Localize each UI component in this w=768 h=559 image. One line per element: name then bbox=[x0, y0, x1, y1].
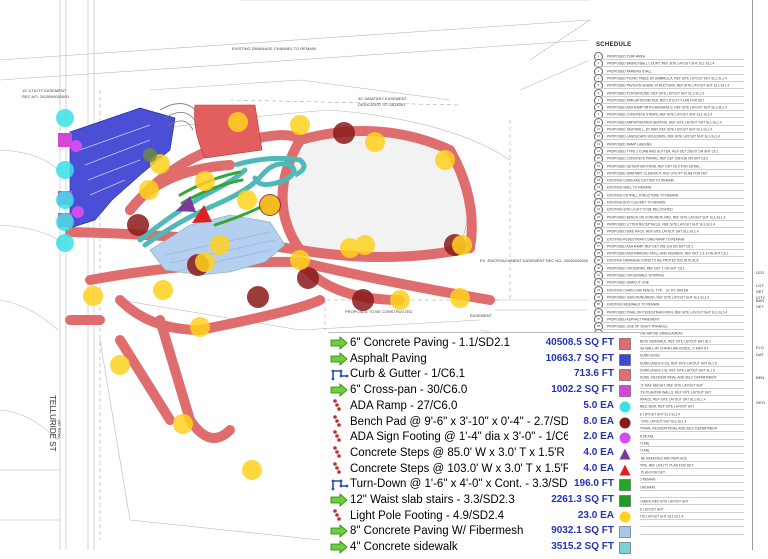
takeoff-quantities-panel[interactable]: 6" Concrete Paving - 1.1/SD2.1 40508.5 SQ… bbox=[328, 332, 640, 554]
schedule-item-text: PROPOSED LITTER RECEPTACLE, REF SITE LAY… bbox=[607, 222, 716, 227]
legend-fragment: SET bbox=[756, 289, 764, 294]
schedule-item-text: PROPOSED RAMP LANDING bbox=[607, 142, 652, 147]
quantity-color-swatch bbox=[619, 384, 631, 397]
schedule-item-text: PROPOSED CROSSPAN, REF DET 1 ON SHT C6.1 bbox=[607, 266, 685, 271]
schedule-item-text: PROPOSED ASPHALT PAVEMENT bbox=[607, 317, 660, 322]
label-drainage-channel: EXISTING DRAINAGE CHANNEL TO REMAIN bbox=[232, 46, 316, 51]
quantity-color-swatch bbox=[619, 541, 631, 554]
quantity-color-swatch bbox=[619, 478, 631, 492]
quantity-color-swatch bbox=[619, 353, 631, 366]
legend-fragment: BAS bbox=[756, 298, 765, 303]
quantity-color-swatch bbox=[619, 431, 631, 444]
schedule-title: SCHEDULE bbox=[596, 42, 632, 48]
schedule-item-text: PROPOSED SIGN MONUMENT, REF SITE LAYOUT … bbox=[607, 295, 710, 300]
schedule-item-text: PROPOSED SEATWALL, 20' WAY, REF SITE LAY… bbox=[607, 127, 713, 132]
schedule-item-text: PROPOSED TURF AREA bbox=[607, 54, 646, 59]
label-encroachment: EX. ENCROACHMENT EASEMENT REC NO. 200500… bbox=[480, 258, 593, 263]
schedule-item-text: PROPOSED LINE OF SIGHT TRIANGLE bbox=[607, 324, 668, 329]
green-arrow-icon bbox=[330, 493, 350, 507]
dot-chain-icon bbox=[330, 446, 350, 460]
legend-fragment: BEN bbox=[756, 375, 765, 380]
dot-chain-icon bbox=[330, 508, 350, 523]
schedule-item-text: EXISTING SIDEWALK TO REMAIN bbox=[607, 302, 660, 307]
green-arrow-icon bbox=[330, 351, 350, 366]
quantity-color-swatch bbox=[619, 494, 631, 507]
green-arrow-icon bbox=[330, 383, 350, 397]
quantity-row[interactable]: 4" Concrete sidewalk 3515.2 SQ FT bbox=[328, 538, 640, 556]
quantity-color-swatch bbox=[619, 447, 631, 460]
schedule-item-text: PROPOSED AMPHITHEATER SEATING, REF SITE … bbox=[607, 120, 722, 125]
dot-chain-icon bbox=[330, 398, 350, 413]
sign-footing-marker bbox=[70, 140, 82, 152]
quantity-color-swatch bbox=[619, 463, 631, 476]
street-label: TELLURIDE ST bbox=[48, 395, 57, 452]
green-arrow-icon bbox=[330, 336, 350, 350]
label-bottom-note: PROPOSED TO BE CONSTRUCTED bbox=[345, 309, 413, 314]
quantity-color-swatch bbox=[619, 368, 631, 382]
label-easement-bottom: EASEMENT bbox=[470, 313, 493, 318]
schedule-item-text: PROPOSED PLAYGROUND, REF SITE LAYOUT SHT… bbox=[607, 91, 704, 95]
legend-fragment: LEG bbox=[756, 270, 765, 275]
schedule-item-text: PROPOSED LANDSCAPE BOULDERS, REF SITE LA… bbox=[607, 134, 721, 139]
schedule-item-text: PROPOSED BASKETBALL COURT, REF SITE LAYO… bbox=[607, 61, 715, 66]
label-utility-rec: REC NO. 2005000000000 bbox=[22, 94, 69, 99]
sign-footing-marker bbox=[72, 206, 84, 218]
green-arrow-icon bbox=[330, 524, 350, 539]
schedule-item-text: PROPOSED BENCH ON CONCRETE PAD, REF SITE… bbox=[607, 215, 726, 220]
schedule-item-text: PROPOSED SANITARY CLEANOUT, REF UTILITY … bbox=[607, 171, 708, 176]
schedule-item-text: PROPOSED DETENTION POND, REF DET C6.0 FO… bbox=[607, 164, 700, 168]
schedule-item-text: PROPOSED PAVILION SHADE STRUCTURE, REF S… bbox=[607, 83, 730, 88]
schedule-item-text: EXISTING DRAINAGE POND TO BE PROTECTED I… bbox=[607, 258, 699, 263]
schedule-item-text: PROPOSED IRRIGATION METER, REF UTILITY P… bbox=[607, 98, 705, 103]
dot-chain-icon bbox=[330, 430, 350, 444]
dot-chain-icon bbox=[330, 461, 350, 476]
quantity-color-swatch bbox=[619, 525, 631, 539]
schedule-item-text: PROPOSED SAWCUT LINE bbox=[607, 280, 649, 285]
schedule-item-text: EXISTING OUTFALL STRUCTURE TO REMAIN bbox=[607, 193, 679, 198]
legend-fragment: FLO bbox=[756, 345, 764, 350]
concrete-plaza bbox=[194, 104, 263, 159]
quantity-color-swatch bbox=[619, 337, 631, 350]
legend-fragment: GEO bbox=[756, 400, 765, 405]
schedule-item-text: EXISTING CHAIN LINK FENCE, TYP. - 12' HT… bbox=[607, 288, 689, 293]
schedule-item-text: PROPOSED CONCRETE PAVING, REF DET 208-03… bbox=[607, 156, 709, 161]
quantity-value: 3515.2 SQ FT bbox=[551, 541, 614, 553]
schedule-item-text: PROPOSED ADA RAMP WITH HANDRAILS, REF SI… bbox=[607, 105, 727, 110]
schedule-item-text: PROPOSED PICNIC TABLE W/ UMBRELLA, REF S… bbox=[607, 76, 727, 81]
legend-fragment: DAT bbox=[756, 352, 764, 357]
polyline-icon bbox=[330, 477, 350, 491]
legend-fragment: SET bbox=[756, 304, 764, 309]
label-sanitary-easement: 30' SANITARY EASEMENT bbox=[358, 96, 408, 101]
schedule-item-text: EXISTING BOX CULVERT TO REMAIN bbox=[607, 200, 666, 205]
schedule-item-text: PROPOSED TRAIL OR PEDESTRIAN PATH, REF S… bbox=[607, 310, 728, 314]
quantity-color-swatch bbox=[619, 400, 631, 413]
schedule-item-text: PROPOSED ADA RAMP, REF DET 208-11A ON SH… bbox=[607, 244, 694, 249]
green-arrow-icon bbox=[330, 540, 350, 554]
quantity-color-swatch bbox=[619, 416, 631, 428]
schedule-item-text: PROPOSED TYPE 2 CURB AND GUTTER, REF DET… bbox=[607, 149, 719, 154]
schedule-item-text: EXISTING WALL TO REMAIN bbox=[607, 185, 652, 190]
right-legend-column: LEG LOT SET CITY BAS SET FLO DAT BEN GEO bbox=[752, 0, 768, 550]
schedule-item-text: EXISTING CURB AND GUTTER TO REMAIN bbox=[607, 178, 674, 183]
schedule-item-text: EXISTING SITE LIGHT TO BE RELOCATED bbox=[607, 207, 673, 212]
tree-marker bbox=[143, 148, 157, 162]
schedule-item-text: PROPOSED BIKE RACK, REF SITE LAYOUT SHT … bbox=[607, 229, 699, 234]
schedule-item-text: PROPOSED CONCRETE STAIRS, REF SITE LAYOU… bbox=[607, 112, 713, 117]
polyline-icon bbox=[330, 367, 350, 381]
label-sanitary-dedicated: DEDICATED TO GAZEBO bbox=[358, 102, 405, 107]
schedule-item-text: EXISTING PEDESTRIAN CURB RAMP TO REMAIN bbox=[607, 237, 685, 241]
dot-chain-icon bbox=[330, 414, 350, 429]
schedule-item-text: PROPOSED ADA PARKING STALL AND SIGNAGE, … bbox=[607, 251, 729, 256]
quantity-color-swatch bbox=[619, 510, 631, 523]
street-width-label: (60' ROW) bbox=[57, 420, 62, 439]
schedule-item-text: PROPOSED CROSSWALK STRIPING bbox=[607, 273, 665, 278]
schedule-item-text: PROPOSED PARKING STALL bbox=[607, 69, 652, 74]
legend-fragment: LOT bbox=[756, 283, 764, 288]
label-utility-easement: 15' UTILITY EASEMENT bbox=[22, 88, 67, 93]
